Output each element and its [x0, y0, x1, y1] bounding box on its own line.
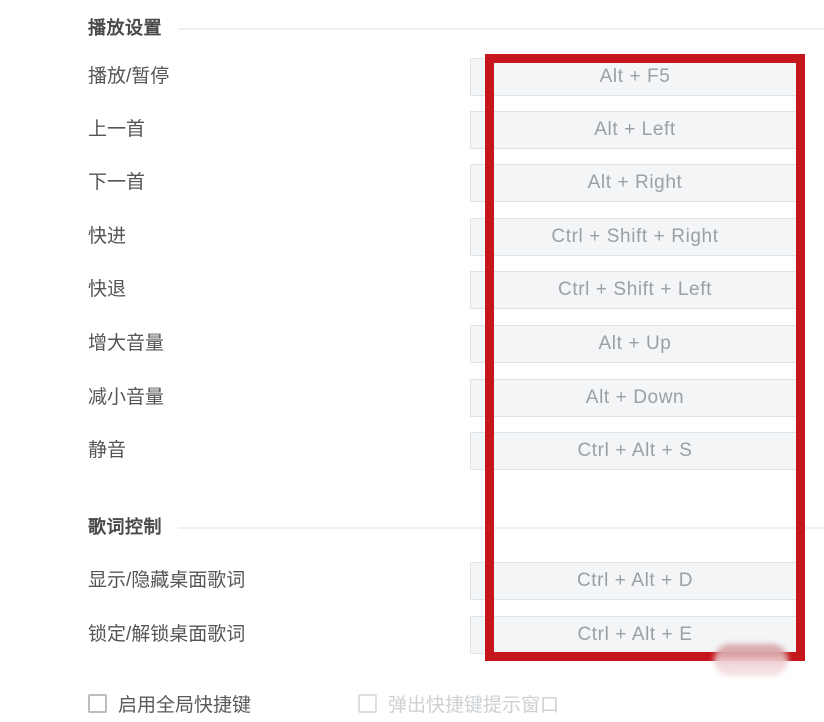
shortcut-input-rewind[interactable]: Ctrl + Shift + Left	[470, 271, 800, 309]
shortcut-label-play-pause: 播放/暂停	[88, 66, 170, 87]
shortcut-label-fast-forward: 快进	[88, 226, 127, 247]
shortcut-settings-panel: 播放设置 播放/暂停 Alt + F5 上一首 Alt + Left 下一首 A…	[0, 0, 824, 722]
footer-options: 启用全局快捷键 弹出快捷键提示窗口	[88, 686, 824, 720]
shortcut-input-next-track[interactable]: Alt + Right	[470, 164, 800, 202]
section-divider-lyrics	[178, 526, 824, 529]
section-title-lyrics: 歌词控制	[88, 517, 162, 537]
shortcut-input-volume-down[interactable]: Alt + Down	[470, 379, 800, 417]
shortcut-label-next-track: 下一首	[88, 172, 146, 193]
shortcut-input-previous-track[interactable]: Alt + Left	[470, 111, 800, 149]
section-header-playback: 播放设置	[88, 14, 824, 40]
checkbox-popup-hotkey-hint[interactable]: 弹出快捷键提示窗口	[358, 686, 559, 720]
table-row: 显示/隐藏桌面歌词 Ctrl + Alt + D	[88, 562, 824, 600]
shortcut-label-volume-down: 减小音量	[88, 387, 165, 408]
table-row: 快退 Ctrl + Shift + Left	[88, 271, 824, 309]
table-row: 上一首 Alt + Left	[88, 111, 824, 149]
shortcut-label-previous-track: 上一首	[88, 119, 146, 140]
table-row: 增大音量 Alt + Up	[88, 325, 824, 363]
shortcut-label-toggle-desktop-lyrics: 显示/隐藏桌面歌词	[88, 570, 246, 591]
shortcut-input-fast-forward[interactable]: Ctrl + Shift + Right	[470, 218, 800, 256]
shortcut-input-play-pause[interactable]: Alt + F5	[470, 58, 800, 96]
checkbox-box-icon[interactable]	[88, 693, 107, 713]
shortcut-input-volume-up[interactable]: Alt + Up	[470, 325, 800, 363]
section-header-lyrics: 歌词控制	[88, 513, 824, 539]
shortcut-label-volume-up: 增大音量	[88, 333, 165, 354]
shortcut-input-lock-desktop-lyrics[interactable]: Ctrl + Alt + E	[470, 616, 800, 654]
checkbox-label-popup-hotkey-hint: 弹出快捷键提示窗口	[388, 694, 560, 716]
checkbox-label-enable-global-hotkey: 启用全局快捷键	[118, 694, 252, 716]
table-row: 播放/暂停 Alt + F5	[88, 58, 824, 96]
table-row: 快进 Ctrl + Shift + Right	[88, 218, 824, 256]
table-row: 静音 Ctrl + Alt + S	[88, 432, 824, 470]
shortcut-label-lock-desktop-lyrics: 锁定/解锁桌面歌词	[88, 624, 246, 645]
shortcut-input-mute[interactable]: Ctrl + Alt + S	[470, 432, 800, 470]
table-row: 锁定/解锁桌面歌词 Ctrl + Alt + E	[88, 616, 824, 654]
shortcut-label-rewind: 快退	[88, 279, 127, 300]
section-title-playback: 播放设置	[88, 18, 162, 38]
shortcut-input-toggle-desktop-lyrics[interactable]: Ctrl + Alt + D	[470, 562, 800, 600]
table-row: 下一首 Alt + Right	[88, 164, 824, 202]
checkbox-box-icon[interactable]	[358, 693, 377, 713]
table-row: 减小音量 Alt + Down	[88, 379, 824, 417]
shortcut-label-mute: 静音	[88, 440, 127, 461]
section-divider-playback	[178, 27, 824, 30]
checkbox-enable-global-hotkey[interactable]: 启用全局快捷键	[88, 686, 251, 720]
